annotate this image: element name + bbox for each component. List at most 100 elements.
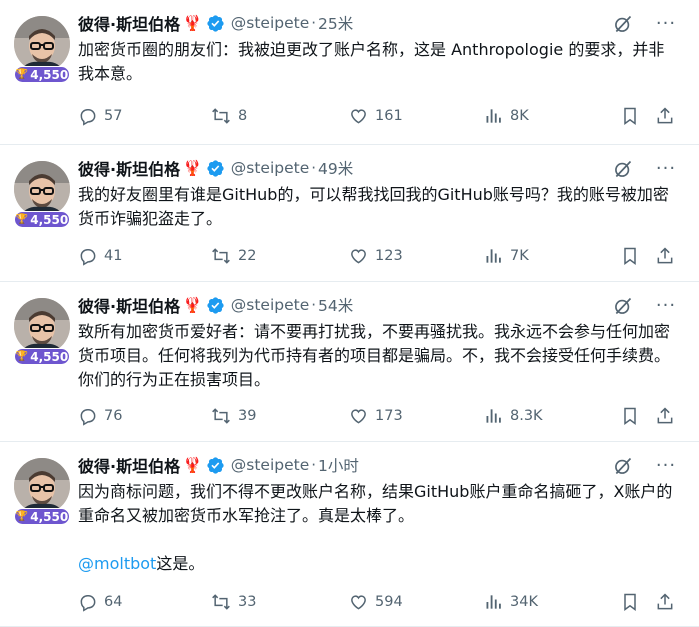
separator-dot: · <box>311 296 317 314</box>
author-handle[interactable]: @steipete <box>231 456 309 474</box>
like-button[interactable]: 594 <box>348 592 403 612</box>
tweet-body-text: 加密货币圈的朋友们：我被迫更改了账户名称，这是 Anthropologie 的要… <box>78 40 665 83</box>
repost-button[interactable]: 39 <box>210 406 256 426</box>
views-count: 34K <box>510 594 538 610</box>
tweet[interactable]: 🏆 4,550 彼得·斯坦伯格 🦞 @steipete · 25米 ··· 加密… <box>0 0 699 145</box>
tweet-header: 彼得·斯坦伯格 🦞 @steipete · 1小时 ··· <box>78 452 685 478</box>
community-badge: 🏆 4,550 <box>14 211 70 228</box>
reply-count: 57 <box>104 108 123 124</box>
reply-count: 41 <box>104 248 123 264</box>
bookmark-button[interactable] <box>620 406 640 426</box>
share-button[interactable] <box>655 106 675 126</box>
like-count: 161 <box>375 108 403 124</box>
reply-icon <box>78 406 98 426</box>
trophy-icon: 🏆 <box>15 214 29 225</box>
verified-icon <box>206 159 225 178</box>
mention-suffix: 这是。 <box>156 554 205 573</box>
grok-icon[interactable] <box>613 159 633 179</box>
views-count: 8.3K <box>510 408 543 424</box>
trophy-icon: 🏆 <box>15 511 29 522</box>
repost-count: 39 <box>238 408 257 424</box>
reply-count: 64 <box>104 594 123 610</box>
like-button[interactable]: 173 <box>348 406 403 426</box>
repost-count: 22 <box>238 248 257 264</box>
views-button[interactable]: 8.3K <box>484 406 543 426</box>
more-icon[interactable]: ··· <box>653 10 679 36</box>
tweet[interactable]: 🏆 4,550 彼得·斯坦伯格 🦞 @steipete · 49米 ··· 我的… <box>0 145 699 282</box>
bookmark-button[interactable] <box>620 106 640 126</box>
reply-icon <box>78 246 98 266</box>
like-button[interactable]: 161 <box>348 106 403 126</box>
grok-icon[interactable] <box>613 296 633 316</box>
bookmark-button[interactable] <box>620 592 640 612</box>
author-name[interactable]: 彼得·斯坦伯格 <box>78 156 180 180</box>
author-handle[interactable]: @steipete <box>231 159 309 177</box>
reply-count: 76 <box>104 408 123 424</box>
tweet[interactable]: 🏆 4,550 彼得·斯坦伯格 🦞 @steipete · 1小时 ··· 因为… <box>0 442 699 627</box>
share-button[interactable] <box>655 246 675 266</box>
author-name[interactable]: 彼得·斯坦伯格 <box>78 453 180 477</box>
grok-icon[interactable] <box>613 456 633 476</box>
avatar[interactable] <box>14 298 70 354</box>
share-button[interactable] <box>655 406 675 426</box>
reply-button[interactable]: 57 <box>78 106 122 126</box>
views-button[interactable]: 34K <box>484 592 538 612</box>
share-icon <box>655 406 675 426</box>
timestamp[interactable]: 25米 <box>318 12 353 34</box>
tweet-body-text: 我的好友圈里有谁是GitHub的，可以帮我找回我的GitHub账号吗？我的账号被… <box>78 185 669 228</box>
views-count: 7K <box>510 248 529 264</box>
author-handle[interactable]: @steipete <box>231 14 309 32</box>
tweet-body-text: 因为商标问题，我们不得不更改账户名称，结果GitHub账户重命名搞砸了，X账户的… <box>78 482 673 525</box>
grok-icon[interactable] <box>613 14 633 34</box>
community-badge: 🏆 4,550 <box>14 66 70 83</box>
mention-link[interactable]: @moltbot <box>78 554 156 573</box>
views-button[interactable]: 7K <box>484 246 529 266</box>
share-icon <box>655 106 675 126</box>
more-icon[interactable]: ··· <box>653 155 679 181</box>
repost-icon <box>210 246 232 266</box>
reply-icon <box>78 106 98 126</box>
badge-count: 4,550 <box>30 509 69 524</box>
tweet-text: 致所有加密货币爱好者：请不要再打扰我，不要再骚扰我。我永远不会参与任何加密货币项… <box>78 320 678 392</box>
separator-dot: · <box>311 159 317 177</box>
tweet[interactable]: 🏆 4,550 彼得·斯坦伯格 🦞 @steipete · 54米 ··· 致所… <box>0 282 699 442</box>
reply-button[interactable]: 64 <box>78 592 122 612</box>
repost-icon <box>210 106 232 126</box>
bookmark-button[interactable] <box>620 246 640 266</box>
like-icon <box>348 246 369 266</box>
bookmark-icon <box>620 592 640 612</box>
tweet-text: 我的好友圈里有谁是GitHub的，可以帮我找回我的GitHub账号吗？我的账号被… <box>78 183 678 231</box>
bookmark-icon <box>620 406 640 426</box>
repost-button[interactable]: 22 <box>210 246 256 266</box>
more-icon[interactable]: ··· <box>653 292 679 318</box>
views-icon <box>484 406 504 426</box>
like-count: 173 <box>375 408 403 424</box>
more-icon[interactable]: ··· <box>653 452 679 478</box>
timestamp[interactable]: 54米 <box>318 294 353 316</box>
like-icon <box>348 106 369 126</box>
reply-button[interactable]: 76 <box>78 406 122 426</box>
author-handle[interactable]: @steipete <box>231 296 309 314</box>
separator-dot: · <box>311 456 317 474</box>
like-button[interactable]: 123 <box>348 246 403 266</box>
lobster-emoji: 🦞 <box>183 159 202 177</box>
author-name[interactable]: 彼得·斯坦伯格 <box>78 11 180 35</box>
repost-button[interactable]: 33 <box>210 592 256 612</box>
badge-count: 4,550 <box>30 349 69 364</box>
avatar[interactable] <box>14 161 70 217</box>
author-name[interactable]: 彼得·斯坦伯格 <box>78 293 180 317</box>
reply-button[interactable]: 41 <box>78 246 122 266</box>
avatar[interactable] <box>14 16 70 72</box>
repost-icon <box>210 592 232 612</box>
share-icon <box>655 246 675 266</box>
repost-button[interactable]: 8 <box>210 106 247 126</box>
avatar[interactable] <box>14 458 70 514</box>
timestamp[interactable]: 49米 <box>318 157 353 179</box>
share-icon <box>655 592 675 612</box>
timestamp[interactable]: 1小时 <box>318 454 359 476</box>
verified-icon <box>206 296 225 315</box>
tweet-actions: 57 8 161 8K <box>78 103 685 129</box>
views-button[interactable]: 8K <box>484 106 529 126</box>
tweet-text: 加密货币圈的朋友们：我被迫更改了账户名称，这是 Anthropologie 的要… <box>78 38 678 86</box>
share-button[interactable] <box>655 592 675 612</box>
